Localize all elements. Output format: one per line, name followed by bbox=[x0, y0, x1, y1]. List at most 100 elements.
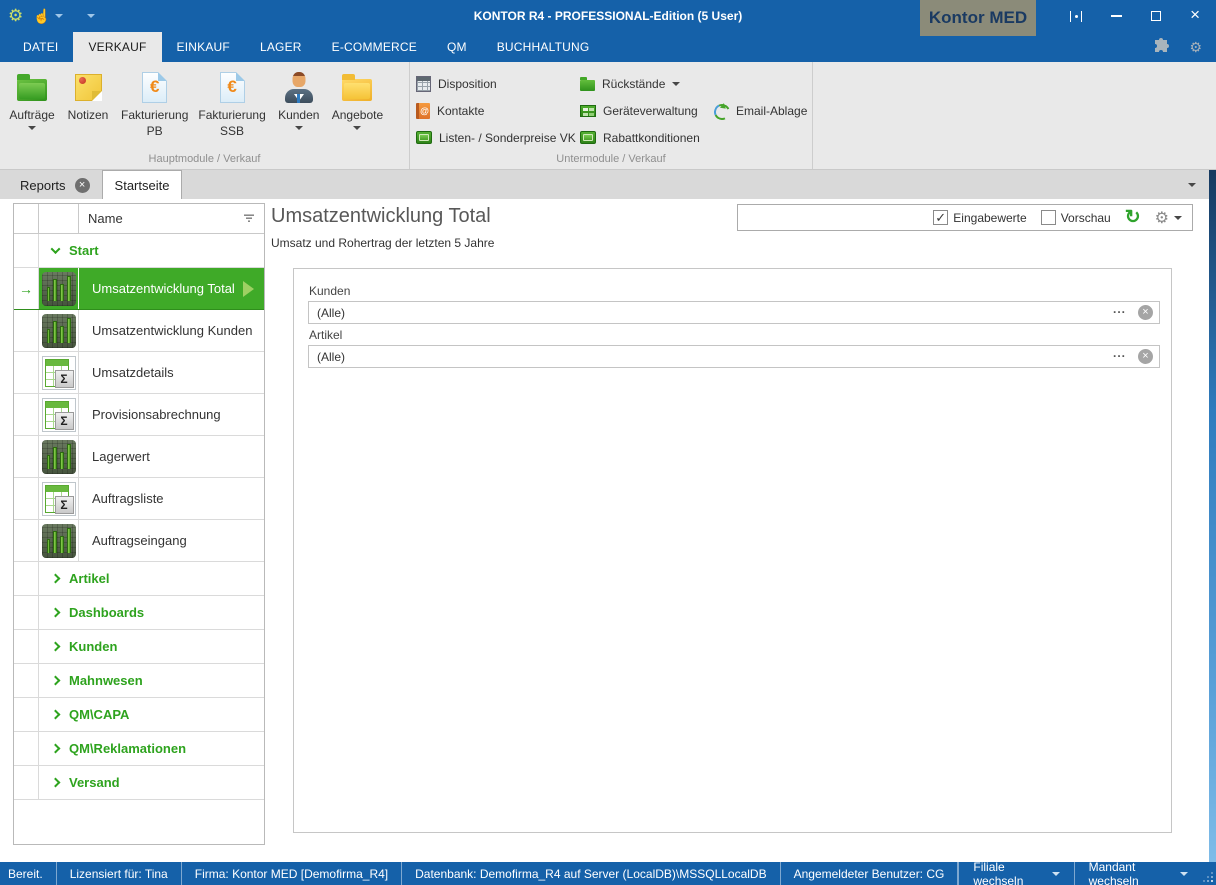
menu-tab-buchhaltung[interactable]: BUCHHALTUNG bbox=[482, 32, 605, 62]
artikel-filter-input[interactable]: (Alle) bbox=[308, 345, 1160, 368]
tab-list-chevron-icon[interactable] bbox=[1188, 183, 1196, 187]
company-badge[interactable]: Kontor MED bbox=[920, 0, 1036, 36]
workspace: Name Start Umsatzentwicklung Total Umsat… bbox=[0, 199, 1216, 862]
ribbon-button-fakturierung-ssb[interactable]: Fakturierung SSB bbox=[193, 68, 270, 138]
chevron-down-icon bbox=[672, 81, 681, 86]
tab-startseite[interactable]: Startseite bbox=[101, 170, 183, 199]
tab-reports[interactable]: Reports bbox=[8, 171, 102, 199]
tree-item-umsatzdetails[interactable]: Umsatzdetails bbox=[14, 352, 264, 394]
clear-icon[interactable] bbox=[1138, 349, 1153, 364]
settings-gear-icon[interactable] bbox=[1189, 39, 1202, 56]
status-license: Lizensiert für: Tina bbox=[57, 862, 182, 885]
filiale-wechseln-button[interactable]: Filiale wechseln bbox=[958, 860, 1073, 885]
bar-chart-icon bbox=[42, 524, 76, 558]
application-window: KONTOR R4 - PROFESSIONAL-Edition (5 User… bbox=[0, 0, 1216, 885]
tree-group-qm-capa[interactable]: QM\CAPA bbox=[14, 698, 264, 732]
ribbon-item-listen-sonderpreise[interactable]: Listen- / Sonderpreise VK bbox=[416, 124, 580, 151]
resize-grip[interactable] bbox=[1202, 862, 1216, 885]
ribbon-button-auftraege[interactable]: Aufträge bbox=[4, 68, 60, 130]
status-ready: Bereit. bbox=[0, 862, 57, 885]
report-subtitle: Umsatz und Rohertrag der letzten 5 Jahre bbox=[271, 236, 495, 250]
sticky-note-icon bbox=[74, 73, 102, 101]
eingabewerte-checkbox[interactable]: Eingabewerte bbox=[933, 210, 1027, 226]
chevron-down-icon bbox=[353, 126, 362, 130]
document-tab-bar: Reports Startseite bbox=[0, 170, 1216, 199]
sum-table-icon bbox=[41, 397, 76, 432]
tree-item-lagerwert[interactable]: Lagerwert bbox=[14, 436, 264, 478]
statusbar: Bereit. Lizensiert für: Tina Firma: Kont… bbox=[0, 860, 1216, 885]
tree-item-umsatzentwicklung-total[interactable]: Umsatzentwicklung Total bbox=[14, 268, 264, 310]
menu-tab-lager[interactable]: LAGER bbox=[245, 32, 317, 62]
tree-group-kunden[interactable]: Kunden bbox=[14, 630, 264, 664]
refresh-icon[interactable] bbox=[1125, 210, 1141, 226]
clear-icon[interactable] bbox=[1138, 305, 1153, 320]
ribbon-item-disposition[interactable]: Disposition bbox=[416, 70, 580, 97]
tree-group-qm-reklamationen[interactable]: QM\Reklamationen bbox=[14, 732, 264, 766]
chevron-right-icon[interactable] bbox=[50, 743, 61, 754]
ribbon-item-email-ablage[interactable]: Email-Ablage bbox=[713, 97, 813, 124]
dock-window-icon[interactable] bbox=[1070, 10, 1083, 22]
titlebar: KONTOR R4 - PROFESSIONAL-Edition (5 User… bbox=[0, 0, 1216, 36]
bar-chart-icon bbox=[42, 440, 76, 474]
chevron-down-icon[interactable] bbox=[50, 244, 61, 255]
report-settings-button[interactable] bbox=[1155, 208, 1182, 228]
ellipsis-button[interactable] bbox=[1113, 346, 1126, 360]
name-column-header[interactable]: Name bbox=[79, 204, 264, 233]
menu-tab-ecommerce[interactable]: E-COMMERCE bbox=[317, 32, 432, 62]
ribbon-button-kunden[interactable]: Kunden bbox=[271, 68, 327, 130]
tree-group-start[interactable]: Start bbox=[14, 234, 264, 268]
kunden-filter-input[interactable]: (Alle) bbox=[308, 301, 1160, 324]
row-indicator-column bbox=[14, 204, 39, 233]
menu-tab-einkauf[interactable]: EINKAUF bbox=[162, 32, 245, 62]
play-icon bbox=[243, 280, 254, 297]
calculator-icon bbox=[416, 75, 431, 92]
chevron-right-icon[interactable] bbox=[50, 573, 61, 584]
navigator-header: Name bbox=[14, 204, 264, 234]
ribbon-item-rabattkonditionen[interactable]: Rabattkonditionen bbox=[580, 124, 714, 151]
report-parameters-panel: Kunden (Alle) Artikel (Alle) bbox=[293, 268, 1172, 833]
tree-item-auftragsliste[interactable]: Auftragsliste bbox=[14, 478, 264, 520]
chevron-right-icon[interactable] bbox=[50, 777, 61, 788]
small-green-folder-icon bbox=[580, 77, 595, 91]
maximize-button[interactable] bbox=[1151, 11, 1162, 21]
chevron-right-icon[interactable] bbox=[50, 607, 61, 618]
ribbon-item-kontakte[interactable]: Kontakte bbox=[416, 97, 580, 124]
close-button[interactable] bbox=[1190, 9, 1200, 23]
ribbon-button-notizen[interactable]: Notizen bbox=[60, 68, 116, 122]
plugin-puzzle-icon[interactable] bbox=[1153, 37, 1170, 57]
tree-group-versand[interactable]: Versand bbox=[14, 766, 264, 800]
status-database: Datenbank: Demofirma_R4 auf Server (Loca… bbox=[402, 862, 781, 885]
filter-icon[interactable] bbox=[243, 214, 255, 223]
minimize-button[interactable] bbox=[1111, 15, 1123, 17]
mandant-wechseln-button[interactable]: Mandant wechseln bbox=[1073, 860, 1203, 885]
green-folder-icon bbox=[17, 74, 47, 101]
chevron-down-icon bbox=[28, 126, 36, 130]
chevron-right-icon[interactable] bbox=[50, 709, 61, 720]
menu-tab-datei[interactable]: DATEI bbox=[8, 32, 73, 62]
checkbox-checked-icon[interactable] bbox=[933, 210, 949, 226]
chevron-down-icon bbox=[294, 126, 303, 130]
sum-table-icon bbox=[41, 481, 76, 516]
menu-tab-verkauf[interactable]: VERKAUF bbox=[73, 32, 162, 62]
menu-tab-qm[interactable]: QM bbox=[432, 32, 482, 62]
checkbox-unchecked-icon[interactable] bbox=[1040, 210, 1056, 225]
chevron-right-icon[interactable] bbox=[50, 641, 61, 652]
device-board-icon bbox=[580, 104, 596, 117]
tree-item-provisionsabrechnung[interactable]: Provisionsabrechnung bbox=[14, 394, 264, 436]
desktop-edge bbox=[1209, 170, 1216, 862]
ellipsis-button[interactable] bbox=[1113, 302, 1126, 316]
tree-group-dashboards[interactable]: Dashboards bbox=[14, 596, 264, 630]
ribbon-item-rueckstaende[interactable]: Rückstände bbox=[580, 70, 714, 97]
ribbon-button-fakturierung-pb[interactable]: Fakturierung PB bbox=[116, 68, 193, 138]
tree-item-umsatzentwicklung-kunden[interactable]: Umsatzentwicklung Kunden bbox=[14, 310, 264, 352]
vorschau-checkbox[interactable]: Vorschau bbox=[1040, 210, 1111, 225]
ribbon-tab-bar: DATEI VERKAUF EINKAUF LAGER E-COMMERCE Q… bbox=[0, 32, 1216, 62]
tree-item-auftragseingang[interactable]: Auftragseingang bbox=[14, 520, 264, 562]
tree-group-artikel[interactable]: Artikel bbox=[14, 562, 264, 596]
price-list-icon bbox=[580, 131, 596, 144]
ribbon-item-geraeteverwaltung[interactable]: Geräteverwaltung bbox=[580, 97, 714, 124]
tree-group-mahnwesen[interactable]: Mahnwesen bbox=[14, 664, 264, 698]
chevron-right-icon[interactable] bbox=[50, 675, 61, 686]
close-tab-icon[interactable] bbox=[74, 177, 90, 193]
ribbon-button-angebote[interactable]: Angebote bbox=[327, 68, 388, 130]
